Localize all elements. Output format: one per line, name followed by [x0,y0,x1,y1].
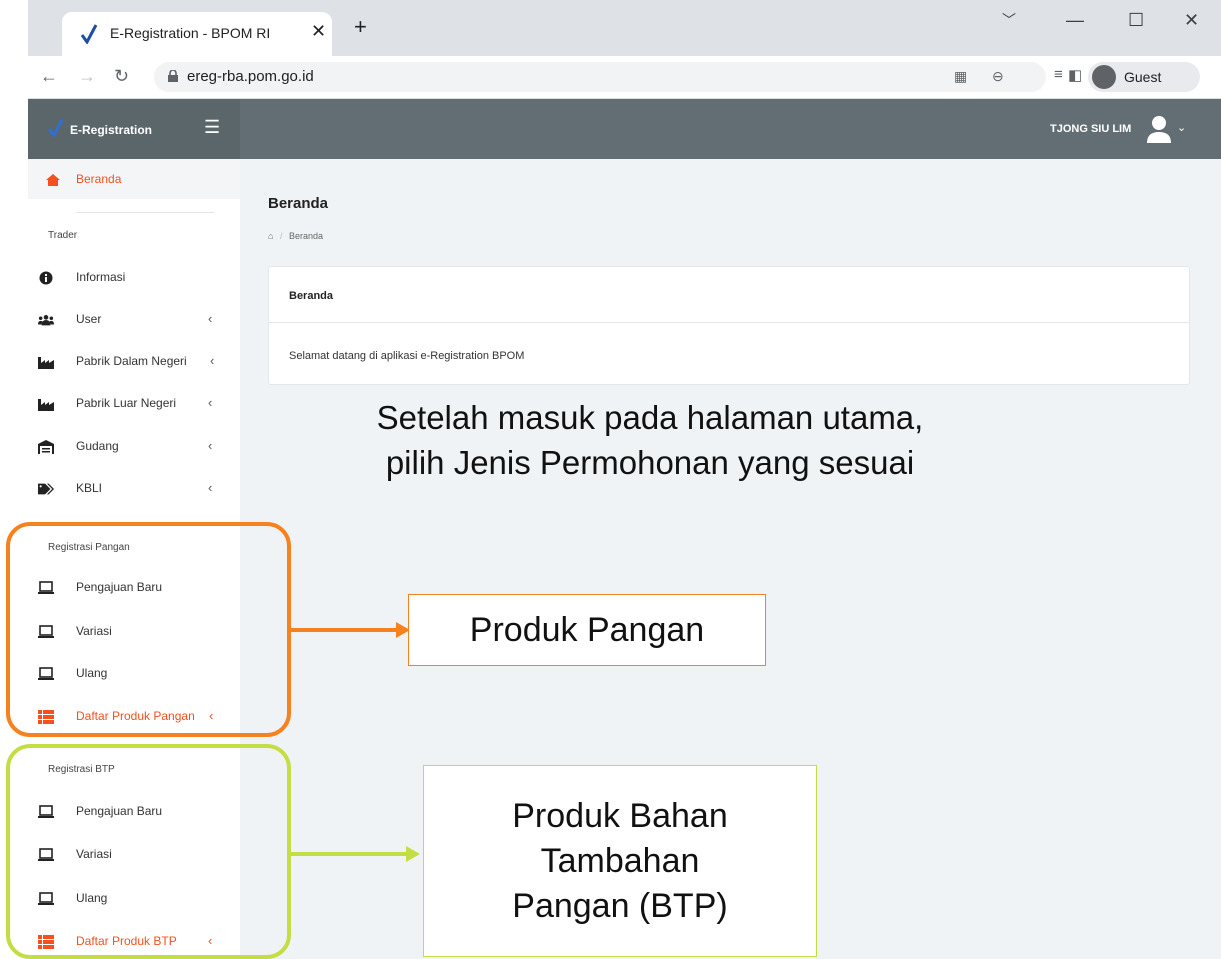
browser-tab-strip: E-Registration - BPOM RI ✕ + ﹀ — ☐ ✕ [28,0,1221,56]
btp-arrow-line [291,852,411,856]
back-arrow-icon[interactable]: ← [40,66,58,87]
app-header: TJONG SIU LIM ⌄ [240,99,1221,159]
tab-title: E-Registration - BPOM RI [110,25,271,41]
checkmark-favicon-icon [80,24,98,44]
address-bar: ← → ↻ ereg-rba.pom.go.id ▦ ⊖ ≡ ◧ Guest ⋮ [28,56,1221,99]
browser-tab[interactable]: E-Registration - BPOM RI ✕ [62,12,332,56]
omnibox[interactable]: ereg-rba.pom.go.id ▦ ⊖ [154,62,1046,92]
sidebar-item-beranda[interactable]: Beranda [28,159,240,199]
tab-close-icon[interactable]: ✕ [311,21,326,42]
more-menu-icon[interactable]: ⋮ [1216,66,1221,87]
warehouse-icon [38,440,54,454]
chevron-down-icon[interactable]: ⌄ [1177,121,1186,134]
chevron-left-icon: ‹ [208,395,213,410]
new-tab-button[interactable]: + [354,16,367,38]
avatar-icon [1092,65,1116,89]
close-window-icon[interactable]: ✕ [1184,10,1199,31]
instruction-annotation: Setelah masuk pada halaman utama, pilih … [340,395,960,485]
checkmark-logo-icon [48,119,64,137]
btp-callout-line-2: Tambahan [540,841,700,880]
page-title: Beranda [268,195,329,212]
pangan-callout-text: Produk Pangan [469,610,705,649]
chevron-left-icon: ‹ [208,480,213,495]
chevron-left-icon: ‹ [208,311,213,326]
instruction-line-1: Setelah masuk pada halaman utama, [376,399,924,436]
user-avatar-icon[interactable] [1146,115,1172,143]
forward-arrow-icon[interactable]: → [78,66,96,87]
btp-callout: Produk Bahan Tambahan Pangan (BTP) [423,765,817,957]
sidebar-item-label: KBLI [76,481,103,495]
chevron-left-icon: ‹ [208,438,213,453]
info-icon [39,271,53,285]
users-icon [38,315,54,326]
minimize-icon[interactable]: — [1066,10,1084,31]
chevron-left-icon: ‹ [210,353,215,368]
sidebar-item-pabrik-luar-negeri[interactable]: Pabrik Luar Negeri ‹ [28,392,240,422]
user-name[interactable]: TJONG SIU LIM [1050,123,1131,135]
sidebar-heading-trader: Trader [48,230,78,241]
sidebar-item-pabrik-dalam-negeri[interactable]: Pabrik Dalam Negeri ‹ [28,350,240,380]
tags-icon [38,483,54,495]
translate-icon[interactable]: ▦ [954,68,967,85]
hamburger-menu-icon[interactable]: ☰ [204,117,220,138]
sidebar-item-gudang[interactable]: Gudang ‹ [28,435,240,465]
card-header: Beranda [269,267,1189,323]
url-text: ereg-rba.pom.go.id [187,68,314,85]
reload-icon[interactable]: ↻ [114,66,129,87]
side-panel-icon[interactable]: ◧ [1068,66,1082,84]
breadcrumb-current: Beranda [288,231,324,241]
sidebar-item-label: Gudang [76,439,119,453]
home-icon[interactable]: ⌂ [268,231,273,241]
tab-search-icon[interactable]: ﹀ [1002,10,1016,30]
sidebar-item-kbli[interactable]: KBLI ‹ [28,477,240,507]
breadcrumb: ⌂ / Beranda [268,231,323,241]
brand-name: E-Registration [70,123,153,137]
pangan-highlight-box [6,522,291,737]
zoom-icon[interactable]: ⊖ [992,68,1004,85]
lock-icon [168,70,178,82]
brand-bar: E-Registration ☰ [28,99,240,159]
card-title: Beranda [289,290,334,302]
reading-list-icon[interactable]: ≡ [1054,66,1063,83]
welcome-card: Beranda Selamat datang di aplikasi e-Reg… [268,266,1190,385]
profile-button[interactable]: Guest [1088,62,1200,92]
sidebar-item-label: Pabrik Dalam Negeri [76,354,187,368]
card-body-text: Selamat datang di aplikasi e-Registratio… [289,350,525,362]
sidebar-item-label: Pabrik Luar Negeri [76,396,177,410]
sidebar-item-label: User [76,312,102,326]
sidebar-item-user[interactable]: User ‹ [28,308,240,338]
instruction-line-2: pilih Jenis Permohonan yang sesuai [385,444,915,481]
sidebar-item-informasi[interactable]: Informasi [28,266,240,296]
pangan-arrow-line [291,628,401,632]
factory-icon [38,399,54,411]
breadcrumb-separator: / [279,231,283,241]
screenshot: { "browser": { "tab_title": "E-Registrat… [0,0,1221,959]
home-icon [46,174,60,186]
btp-highlight-box [6,744,291,959]
btp-callout-line-1: Produk Bahan [512,796,728,835]
pangan-callout: Produk Pangan [408,594,766,666]
sidebar-item-label: Informasi [76,270,126,284]
maximize-icon[interactable]: ☐ [1128,10,1144,31]
profile-label: Guest [1124,69,1162,85]
sidebar-divider [76,212,214,213]
btp-callout-line-3: Pangan (BTP) [512,886,728,925]
factory-icon [38,357,54,369]
btp-arrow-head-icon [406,846,420,862]
sidebar-item-label: Beranda [76,172,122,186]
